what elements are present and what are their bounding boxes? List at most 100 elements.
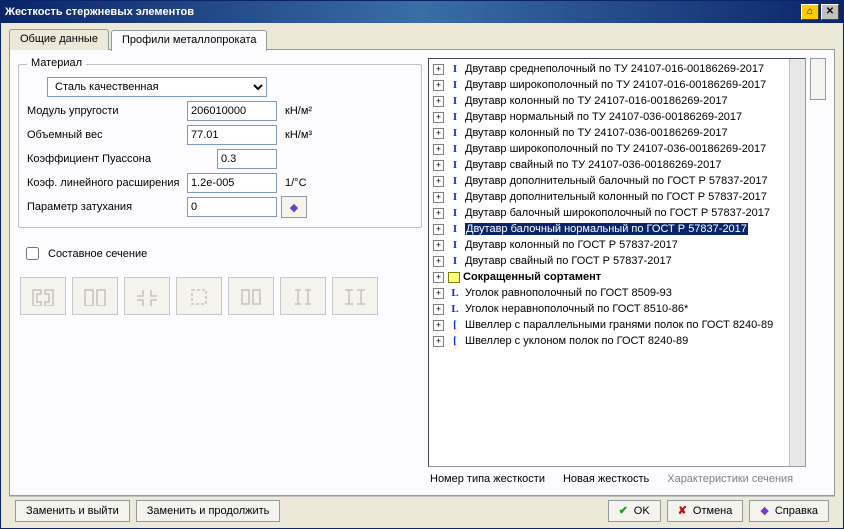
window-title: Жесткость стержневых элементов	[5, 6, 801, 18]
section-toolbar	[18, 273, 422, 319]
tree-item[interactable]: +IДвутавр широкополочный по ТУ 24107-036…	[429, 141, 789, 157]
expand-icon[interactable]: +	[433, 112, 444, 123]
tree-item[interactable]: +[Швеллер с уклоном полок по ГОСТ 8240-8…	[429, 333, 789, 349]
tab-general[interactable]: Общие данные	[9, 29, 109, 50]
cancel-button[interactable]: ✘Отмена	[667, 500, 744, 522]
button-bar: Заменить и выйти Заменить и продолжить ✔…	[9, 496, 835, 524]
expand-icon[interactable]: +	[433, 336, 444, 347]
modulus-input[interactable]	[187, 101, 277, 121]
expand-icon[interactable]: +	[433, 304, 444, 315]
section-btn-6[interactable]	[280, 277, 326, 315]
tree-item[interactable]: +IДвутавр свайный по ТУ 24107-036-001862…	[429, 157, 789, 173]
client-area: Общие данные Профили металлопроката Мате…	[1, 23, 843, 528]
tree-side-button[interactable]	[810, 58, 826, 100]
expand-icon[interactable]: +	[433, 240, 444, 251]
new-stiffness-label: Новая жесткость	[563, 473, 649, 485]
expand-icon[interactable]: +	[433, 272, 444, 283]
tree-item-label: Уголок неравнополочный по ГОСТ 8510-86*	[465, 303, 688, 315]
tab-bar: Общие данные Профили металлопроката	[9, 29, 835, 50]
tree-item[interactable]: +IДвутавр колонный по ГОСТ Р 57837-2017	[429, 237, 789, 253]
expand-icon[interactable]: +	[433, 96, 444, 107]
tree-item[interactable]: +IДвутавр дополнительный колонный по ГОС…	[429, 189, 789, 205]
modulus-unit: кН/м²	[285, 105, 345, 117]
expand-icon[interactable]: +	[433, 224, 444, 235]
tree-item-label: Швеллер с параллельными гранями полок по…	[465, 319, 773, 331]
section-btn-3[interactable]	[124, 277, 170, 315]
replace-continue-button[interactable]: Заменить и продолжить	[136, 500, 281, 522]
expand-icon[interactable]: +	[433, 320, 444, 331]
tree-footer-row: Номер типа жесткости Новая жесткость Хар…	[428, 467, 826, 487]
tree-item[interactable]: +IДвутавр широкополочный по ТУ 24107-016…	[429, 77, 789, 93]
tree-item[interactable]: +IДвутавр балочный широкополочный по ГОС…	[429, 205, 789, 221]
tree-item[interactable]: + Сокращенный сортамент	[429, 269, 789, 285]
tree-item[interactable]: +LУголок равнополочный по ГОСТ 8509-93	[429, 285, 789, 301]
tree-item-label: Двутавр колонный по ГОСТ Р 57837-2017	[465, 239, 678, 251]
stiffness-type-label: Номер типа жесткости	[430, 473, 545, 485]
section-btn-2[interactable]	[72, 277, 118, 315]
tree-item-label: Двутавр нормальный по ТУ 24107-036-00186…	[465, 111, 742, 123]
tree-item-label: Двутавр балочный нормальный по ГОСТ Р 57…	[465, 223, 748, 235]
damping-help-button[interactable]: ◆	[281, 196, 307, 218]
replace-exit-button[interactable]: Заменить и выйти	[15, 500, 130, 522]
tree-item[interactable]: +[Швеллер с параллельными гранями полок …	[429, 317, 789, 333]
left-column: Материал Сталь качественная Модуль упруг…	[18, 58, 422, 487]
tree-item-label: Двутавр дополнительный колонный по ГОСТ …	[465, 191, 767, 203]
tree-item[interactable]: +IДвутавр колонный по ТУ 24107-016-00186…	[429, 93, 789, 109]
expand-icon[interactable]: +	[433, 160, 444, 171]
material-legend: Материал	[27, 57, 86, 69]
tab-panel: Материал Сталь качественная Модуль упруг…	[9, 49, 835, 496]
tree-item[interactable]: +IДвутавр среднеполочный по ТУ 24107-016…	[429, 61, 789, 77]
titlebar: Жесткость стержневых элементов ⌂ ✕	[1, 1, 843, 23]
expand-icon[interactable]: +	[433, 144, 444, 155]
section-btn-7[interactable]	[332, 277, 378, 315]
expand-icon[interactable]: +	[433, 192, 444, 203]
material-group: Материал Сталь качественная Модуль упруг…	[18, 64, 422, 228]
close-button[interactable]: ✕	[821, 4, 839, 20]
damping-label: Параметр затухания	[27, 201, 187, 213]
composite-checkbox[interactable]	[26, 247, 39, 260]
tree-item-label: Уголок равнополочный по ГОСТ 8509-93	[465, 287, 672, 299]
damping-input[interactable]	[187, 197, 277, 217]
section-btn-4[interactable]	[176, 277, 222, 315]
thermal-input[interactable]	[187, 173, 277, 193]
expand-icon[interactable]: +	[433, 64, 444, 75]
tab-profiles[interactable]: Профили металлопроката	[111, 30, 268, 51]
tree-item-label: Сокращенный сортамент	[463, 271, 601, 283]
expand-icon[interactable]: +	[433, 128, 444, 139]
tree-item-label: Двутавр колонный по ТУ 24107-036-0018626…	[465, 127, 728, 139]
tree-item[interactable]: +IДвутавр дополнительный балочный по ГОС…	[429, 173, 789, 189]
density-unit: кН/м³	[285, 129, 345, 141]
composite-checkbox-row[interactable]: Составное сечение	[22, 244, 418, 263]
expand-icon[interactable]: +	[433, 288, 444, 299]
poisson-input[interactable]	[217, 149, 277, 169]
modulus-label: Модуль упругости	[27, 105, 187, 117]
section-chars-label: Характеристики сечения	[667, 473, 793, 485]
tree-item-label: Двутавр широкополочный по ТУ 24107-036-0…	[465, 143, 766, 155]
ok-button[interactable]: ✔OK	[608, 500, 661, 522]
expand-icon[interactable]: +	[433, 176, 444, 187]
section-btn-5[interactable]	[228, 277, 274, 315]
tree-scrollbar[interactable]	[789, 59, 805, 466]
section-btn-1[interactable]	[20, 277, 66, 315]
help-titlebar-button[interactable]: ⌂	[801, 4, 819, 20]
material-select[interactable]: Сталь качественная	[47, 77, 267, 97]
profile-tree[interactable]: +IДвутавр среднеполочный по ТУ 24107-016…	[429, 59, 789, 466]
book-icon: ◆	[290, 201, 298, 214]
tree-item[interactable]: +IДвутавр свайный по ГОСТ Р 57837-2017	[429, 253, 789, 269]
tree-item[interactable]: +LУголок неравнополочный по ГОСТ 8510-86…	[429, 301, 789, 317]
tree-item-label: Двутавр широкополочный по ТУ 24107-016-0…	[465, 79, 766, 91]
expand-icon[interactable]: +	[433, 80, 444, 91]
thermal-label: Коэф. линейного расширения	[27, 177, 187, 189]
tree-item[interactable]: +IДвутавр нормальный по ТУ 24107-036-001…	[429, 109, 789, 125]
dialog-window: Жесткость стержневых элементов ⌂ ✕ Общие…	[0, 0, 844, 529]
titlebar-buttons: ⌂ ✕	[801, 4, 839, 20]
expand-icon[interactable]: +	[433, 256, 444, 267]
tree-item[interactable]: +IДвутавр балочный нормальный по ГОСТ Р …	[429, 221, 789, 237]
expand-icon[interactable]: +	[433, 208, 444, 219]
tree-item[interactable]: +IДвутавр колонный по ТУ 24107-036-00186…	[429, 125, 789, 141]
poisson-label: Коэффициент Пуассона	[27, 153, 187, 165]
help-button[interactable]: ◆Справка	[749, 500, 829, 522]
tree-item-label: Двутавр среднеполочный по ТУ 24107-016-0…	[465, 63, 764, 75]
tree-item-label: Двутавр свайный по ТУ 24107-036-00186269…	[465, 159, 722, 171]
density-input[interactable]	[187, 125, 277, 145]
